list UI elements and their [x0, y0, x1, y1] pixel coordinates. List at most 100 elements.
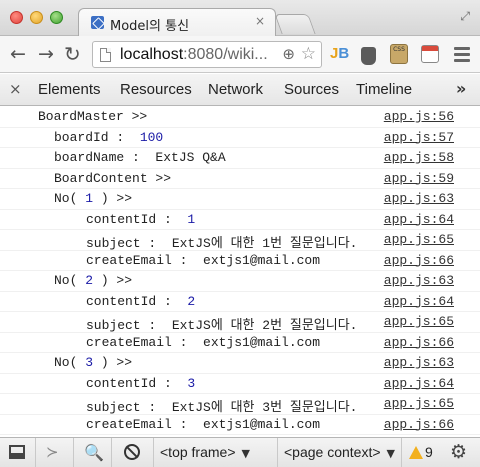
console-message: contentId : 1: [86, 211, 196, 227]
console-message: boardName : ExtJS Q&A: [54, 150, 226, 165]
console-row: boardName : ExtJS Q&A app.js:58: [0, 148, 480, 169]
source-link[interactable]: app.js:63: [384, 273, 454, 288]
bookmark-star-icon[interactable]: ☆: [301, 44, 316, 64]
console-row: createEmail : extjs1@mail.com app.js:66: [0, 415, 480, 435]
console-number: 1: [187, 211, 196, 227]
source-link[interactable]: app.js:65: [384, 232, 454, 247]
new-tab-button[interactable]: [274, 14, 316, 34]
css-extension-icon[interactable]: CSS: [390, 44, 408, 64]
console-row: BoardContent >> app.js:59: [0, 169, 480, 189]
source-link[interactable]: app.js:66: [384, 253, 454, 268]
clear-icon: [124, 444, 140, 460]
more-tabs-button[interactable]: »: [456, 79, 466, 98]
back-button[interactable]: ←: [10, 43, 26, 65]
source-link[interactable]: app.js:59: [384, 171, 454, 186]
source-link[interactable]: app.js:57: [384, 130, 454, 145]
console-message: subject : ExtJS에 대한 1번 질문입니다.: [86, 236, 358, 251]
source-link[interactable]: app.js:65: [384, 396, 454, 411]
console-message: createEmail : extjs1@mail.com: [86, 334, 321, 350]
source-link[interactable]: app.js:64: [384, 376, 454, 391]
console-number: 2: [85, 273, 94, 288]
source-link[interactable]: app.js:58: [384, 150, 454, 165]
console-message: BoardContent >>: [54, 170, 172, 186]
source-link[interactable]: app.js:66: [384, 335, 454, 350]
devtools-statusbar: ≻ 🔍 <top frame> ▼ <page context> ▼ 9 ⚙: [0, 437, 480, 467]
browser-tab[interactable]: Model의 통신 ×: [78, 8, 276, 36]
tab-elements[interactable]: Elements: [38, 81, 101, 98]
console-row: No( 3 ) >> app.js:63: [0, 353, 480, 374]
fullscreen-icon[interactable]: ⤢: [460, 9, 470, 24]
menu-icon[interactable]: [454, 47, 470, 65]
console-number: 100: [139, 129, 164, 145]
zoom-icon[interactable]: ⊕: [282, 45, 295, 63]
console-row: subject : ExtJS에 대한 2번 질문입니다. app.js:65: [0, 312, 480, 333]
search-icon: 🔍: [84, 443, 104, 462]
address-bar[interactable]: localhost:8080/wiki... ⊕ ☆: [92, 41, 322, 68]
search-button[interactable]: 🔍: [74, 438, 112, 467]
reload-button[interactable]: ↻: [64, 43, 81, 65]
window-titlebar: Model의 통신 × ⤢: [0, 0, 480, 36]
clear-console-button[interactable]: [112, 438, 154, 467]
console-row: No( 1 ) >> app.js:63: [0, 189, 480, 210]
frame-select[interactable]: <top frame> ▼: [154, 438, 278, 467]
source-link[interactable]: app.js:63: [384, 355, 454, 370]
browser-toolbar: ← → ↻ localhost:8080/wiki... ⊕ ☆ JB CSS: [0, 36, 480, 73]
console-message: subject : ExtJS에 대한 2번 질문입니다.: [86, 318, 358, 333]
warning-icon[interactable]: [409, 446, 423, 459]
console-number: 3: [187, 375, 196, 391]
tab-sources[interactable]: Sources: [284, 81, 339, 98]
devtools-close-icon[interactable]: ×: [9, 80, 22, 98]
console-number: 2: [187, 293, 196, 309]
console-prompt-icon: ≻: [46, 443, 59, 461]
context-select[interactable]: <page context> ▼: [278, 438, 402, 467]
tab-resources[interactable]: Resources: [120, 81, 192, 98]
console-row: No( 2 ) >> app.js:63: [0, 271, 480, 292]
minimize-window-button[interactable]: [30, 11, 43, 24]
console-message: boardId : 100: [54, 129, 164, 145]
console-message: No( 3 ) >>: [54, 355, 133, 370]
url-text: localhost:8080/wiki...: [120, 46, 268, 63]
console-message: BoardMaster >>: [38, 109, 148, 124]
tab-network[interactable]: Network: [208, 81, 263, 98]
forward-button[interactable]: →: [38, 43, 54, 65]
console-output[interactable]: BoardMaster >> app.js:56 boardId : 100 app.…: [0, 107, 480, 437]
console-row: contentId : 3 app.js:64: [0, 374, 480, 394]
console-message: subject : ExtJS에 대한 3번 질문입니다.: [86, 400, 358, 415]
console-message: contentId : 3: [86, 375, 196, 391]
console-row: subject : ExtJS에 대한 1번 질문입니다. app.js:65: [0, 230, 480, 251]
calendar-extension-icon[interactable]: [421, 45, 439, 63]
console-message: createEmail : extjs1@mail.com: [86, 252, 321, 268]
console-row: contentId : 1 app.js:64: [0, 210, 480, 230]
console-row: contentId : 2 app.js:64: [0, 292, 480, 312]
console-row: BoardMaster >> app.js:56: [0, 107, 480, 128]
source-link[interactable]: app.js:65: [384, 314, 454, 329]
context-select-value: <page context> ▼: [284, 444, 395, 460]
source-link[interactable]: app.js:56: [384, 109, 454, 124]
chevron-down-icon: ▼: [386, 447, 395, 460]
gear-icon[interactable]: ⚙: [450, 441, 467, 463]
zoom-window-button[interactable]: [50, 11, 63, 24]
jb-extension-icon[interactable]: JB: [330, 45, 349, 63]
hand-extension-icon[interactable]: [361, 47, 376, 65]
dock-button[interactable]: [0, 438, 36, 467]
dock-icon: [9, 445, 25, 459]
chevron-down-icon: ▼: [241, 447, 250, 460]
close-window-button[interactable]: [10, 11, 23, 24]
show-console-button[interactable]: ≻: [36, 438, 74, 467]
console-message: No( 1 ) >>: [54, 191, 133, 206]
tab-close-icon[interactable]: ×: [255, 14, 265, 28]
console-row: boardId : 100 app.js:57: [0, 128, 480, 148]
tab-timeline[interactable]: Timeline: [356, 81, 412, 98]
console-row: createEmail : extjs1@mail.com app.js:66: [0, 251, 480, 271]
warning-count[interactable]: 9: [425, 444, 433, 460]
source-link[interactable]: app.js:64: [384, 294, 454, 309]
tab-title: Model의 통신: [110, 19, 190, 34]
source-link[interactable]: app.js:64: [384, 212, 454, 227]
page-icon: [100, 48, 111, 62]
source-link[interactable]: app.js:66: [384, 417, 454, 432]
source-link[interactable]: app.js:63: [384, 191, 454, 206]
frame-select-value: <top frame> ▼: [160, 444, 250, 460]
devtools-tabbar: × Elements Resources Network Sources Tim…: [0, 74, 480, 106]
console-number: 1: [85, 191, 94, 206]
console-number: 3: [85, 355, 94, 370]
